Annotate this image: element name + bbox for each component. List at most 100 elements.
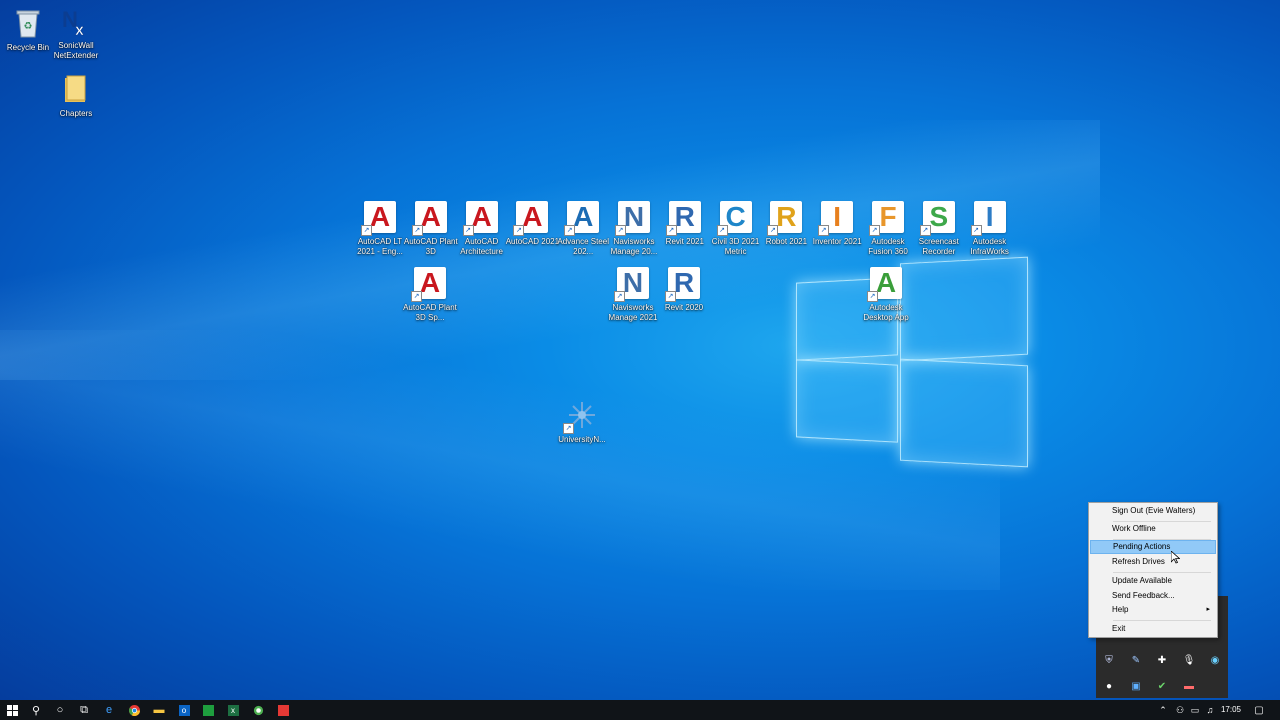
desktop-icon-label: AutoCAD Plant 3D [403, 237, 458, 256]
cortana-icon[interactable]: ○ [52, 702, 68, 718]
desktop-icon-label: Autodesk InfraWorks [970, 237, 1009, 256]
desktop-app-icon[interactable]: A ↗ Autodesk Desktop App [858, 266, 914, 323]
desktop-icon-chapters[interactable]: Chapters [48, 72, 104, 119]
start-button[interactable] [4, 702, 20, 718]
checkmark-icon[interactable]: ✔ [1155, 679, 1169, 693]
recorder-icon[interactable] [275, 702, 291, 718]
desktop-app-icon[interactable]: A ↗ AutoCAD LT 2021 - Eng... [352, 200, 408, 257]
mouse-pointer-icon [1170, 550, 1181, 569]
desktop-icon-universityn[interactable]: ↗ UniversityN... [554, 398, 610, 445]
desktop-icon-label: Navisworks Manage 2021 [608, 303, 658, 322]
app-logo-icon: R ↗ [665, 266, 701, 302]
desktop-icon-label: Screencast Recorder [918, 237, 959, 256]
app-logo-icon: N ↗ [614, 266, 650, 302]
desktop-icon-label: Autodesk Fusion 360 [868, 237, 908, 256]
app-logo-icon: A ↗ [411, 200, 448, 236]
steam-icon[interactable]: ● [1102, 679, 1116, 693]
desktop-icon-label: Autodesk Desktop App [863, 303, 909, 322]
shortcut-arrow-icon: ↗ [919, 225, 931, 236]
chevron-up-icon[interactable]: ⌃ [1155, 702, 1171, 718]
windows-start-icon [6, 704, 18, 716]
app-logo-icon: A ↗ [462, 200, 499, 236]
edge-icon[interactable]: e [101, 702, 117, 718]
desktop-app-icon[interactable]: A ↗ Advance Steel 202... [555, 200, 611, 257]
desktop-icon-label: AutoCAD Plant 3D Sp... [403, 303, 457, 322]
notification-center-icon[interactable]: ▢ [1251, 702, 1267, 718]
desktop-app-icon[interactable]: R ↗ Revit 2020 [656, 266, 712, 313]
desktop-icon-label: AutoCAD 2021 [505, 237, 560, 246]
desktop-app-icon[interactable]: A ↗ AutoCAD Plant 3D Sp... [402, 266, 458, 323]
shortcut-arrow-icon: ↗ [614, 291, 625, 302]
desktop-app-icon[interactable]: R ↗ Robot 2021 [758, 200, 814, 247]
app-logo-icon: A ↗ [361, 200, 397, 236]
desktop-app-icon[interactable]: A ↗ AutoCAD Plant 3D [403, 200, 459, 257]
network-drive-icon[interactable]: ▣ [1129, 679, 1143, 693]
search-icon[interactable]: ⚲ [28, 702, 44, 718]
desktop-app-icon[interactable]: A ↗ AutoCAD Architecture [454, 200, 510, 257]
desktop-icon-netextender[interactable]: Nx SonicWall NetExtender [48, 4, 104, 61]
menu-separator [1113, 620, 1211, 621]
app-logo-icon: A ↗ [564, 200, 600, 236]
desktop-app-icon[interactable]: R ↗ Revit 2021 [657, 200, 713, 247]
desktop-app-icon[interactable]: A ↗ AutoCAD 2021 [504, 200, 560, 247]
shortcut-arrow-icon: ↗ [462, 225, 474, 236]
menu-item-send-feedback[interactable]: Send Feedback... [1090, 589, 1216, 603]
app-logo-icon: F ↗ [869, 200, 905, 236]
menu-item-pending-actions[interactable]: Pending Actions [1090, 540, 1216, 554]
menu-item-work-offline[interactable]: Work Offline [1090, 522, 1216, 536]
microphone-icon[interactable]: 🎙 [1182, 653, 1196, 667]
menu-item-sign-out[interactable]: Sign Out (Evie Walters) [1090, 504, 1216, 518]
shortcut-arrow-icon: ↗ [665, 225, 677, 236]
desktop-app-icon[interactable]: I ↗ Inventor 2021 [809, 200, 865, 247]
app-logo-icon: A ↗ [411, 266, 447, 302]
desktop-app-icon[interactable]: F ↗ Autodesk Fusion 360 [860, 200, 916, 257]
desktop-icon-label: AutoCAD Architecture [460, 237, 503, 256]
menu-item-update-available[interactable]: Update Available [1090, 574, 1216, 588]
menu-item-refresh-drives[interactable]: Refresh Drives [1090, 555, 1216, 569]
sync-icon[interactable]: ◉ [1208, 653, 1222, 667]
battery-icon[interactable]: ▭ [1187, 702, 1203, 718]
task-view-icon[interactable]: ⧉ [76, 702, 92, 718]
shortcut-arrow-icon: ↗ [361, 225, 372, 236]
shortcut-arrow-icon: ↗ [564, 225, 576, 236]
shield-icon[interactable]: ⛨ [1102, 653, 1116, 667]
device-icon[interactable]: ▬ [1182, 679, 1196, 693]
excel-icon[interactable]: x [225, 702, 241, 718]
chrome-icon[interactable] [126, 702, 142, 718]
desktop-app-icon[interactable]: N ↗ Navisworks Manage 20... [606, 200, 662, 257]
desktop-app-icon[interactable]: S ↗ Screencast Recorder [911, 200, 967, 257]
file-explorer-icon[interactable]: ▬ [151, 702, 167, 718]
menu-item-help[interactable]: Help ▸ [1090, 603, 1216, 617]
menu-separator [1113, 572, 1211, 573]
shortcut-arrow-icon: ↗ [716, 225, 728, 236]
desktop-icon-label: Navisworks Manage 20... [610, 237, 658, 256]
taskbar: ⚲ ○ ⧉ e ▬ o x ⌃ ⚇ ▭ ♫ 17:05 ▢ [0, 700, 1280, 720]
app-logo-icon: C ↗ [716, 200, 753, 236]
shortcut-arrow-icon: ↗ [867, 291, 878, 302]
pen-icon[interactable]: ✎ [1129, 653, 1143, 667]
folder-icon [59, 72, 93, 106]
shield-check-icon[interactable]: ✚ [1155, 653, 1169, 667]
snip-icon[interactable] [250, 702, 266, 718]
submenu-arrow-icon: ▸ [1206, 606, 1210, 613]
desktop-icon-label: Civil 3D 2021 Metric [711, 237, 760, 256]
app-logo-icon: R ↗ [767, 200, 803, 236]
shortcut-arrow-icon: ↗ [615, 225, 626, 236]
desktop-icon-label: Revit 2020 [664, 303, 704, 312]
app-green-icon[interactable] [200, 702, 216, 718]
outlook-icon[interactable]: o [176, 702, 192, 718]
desktop-icon-label: AutoCAD LT 2021 - Eng... [357, 237, 403, 256]
desktop-app-icon[interactable]: I ↗ Autodesk InfraWorks [962, 200, 1018, 257]
network-icon[interactable]: ⚇ [1172, 702, 1188, 718]
taskbar-clock[interactable]: 17:05 [1216, 700, 1246, 720]
desktop-app-icon[interactable]: C ↗ Civil 3D 2021 Metric [708, 200, 764, 257]
app-logo-icon: S ↗ [919, 200, 956, 236]
shortcut-arrow-icon: ↗ [665, 291, 676, 302]
desktop-app-icon[interactable]: N ↗ Navisworks Manage 2021 [605, 266, 661, 323]
desktop-icon-label: Advance Steel 202... [557, 237, 609, 256]
shortcut-arrow-icon: ↗ [869, 225, 880, 236]
svg-text:x: x [75, 22, 84, 37]
menu-item-exit[interactable]: Exit [1090, 622, 1216, 636]
app-logo-icon: I ↗ [970, 200, 1007, 236]
shortcut-arrow-icon: ↗ [513, 225, 525, 236]
